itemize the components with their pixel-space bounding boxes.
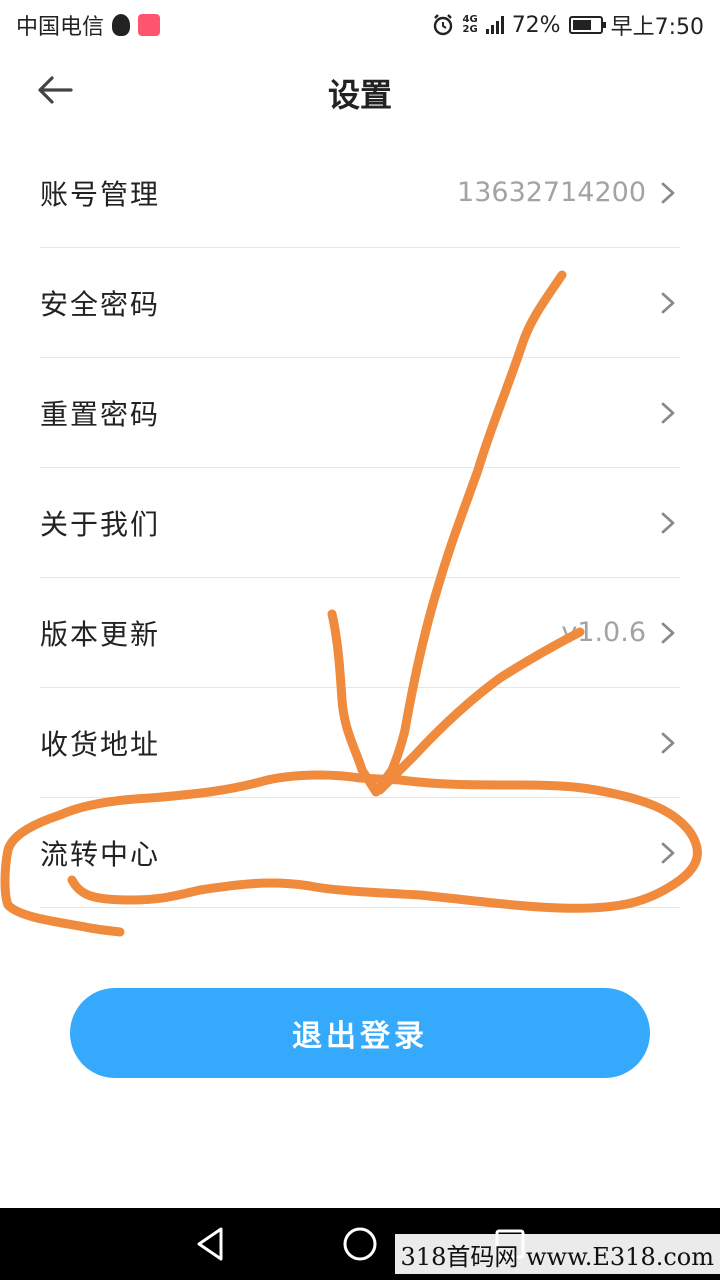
status-bar-right: 4G 2G 72% 早上7:50 (431, 9, 704, 41)
chevron-right-icon (661, 182, 675, 203)
account-phone-value: 13632714200 (457, 177, 646, 208)
row-right: 13632714200 (457, 177, 676, 208)
chevron-right-icon (661, 512, 675, 533)
row-right (660, 291, 676, 315)
version-value: v1.0.6 (561, 617, 646, 648)
app-notification-icon (138, 14, 161, 36)
row-right: v1.0.6 (561, 617, 676, 648)
row-label: 重置密码 (40, 397, 161, 431)
chevron-right-icon (661, 292, 675, 313)
row-label: 账号管理 (40, 177, 161, 211)
row-label: 流转中心 (40, 837, 161, 871)
signal-icon (485, 16, 504, 34)
clock: 早上7:50 (610, 15, 704, 40)
row-right (660, 511, 676, 535)
row-label: 版本更新 (40, 617, 161, 651)
chevron-right-icon (661, 622, 675, 643)
status-bar: 中国电信 4G 2G 72% 早上7:50 (0, 0, 720, 50)
page-title: 设置 (327, 76, 392, 114)
status-bar-left: 中国电信 (16, 9, 161, 41)
settings-row-version-update[interactable]: 版本更新 v1.0.6 (40, 578, 680, 688)
row-right (660, 841, 676, 865)
triangle-back-icon (197, 1227, 223, 1261)
nav-home-button[interactable] (340, 1224, 380, 1264)
settings-row-security-password[interactable]: 安全密码 (40, 248, 680, 358)
qq-notification-icon (112, 14, 131, 36)
network-subtype-label: 2G (462, 24, 478, 35)
circle-home-icon (343, 1227, 377, 1261)
row-right (660, 731, 676, 755)
logout-button[interactable]: 退出登录 (70, 988, 650, 1078)
battery-level (572, 20, 592, 30)
watermark: 318首码网 www.E318.com (394, 1234, 720, 1274)
row-right (660, 401, 676, 425)
chevron-right-icon (661, 842, 675, 863)
settings-row-transfer-center[interactable]: 流转中心 (40, 798, 680, 908)
network-type: 4G 2G (463, 15, 478, 35)
battery-percent: 72% (511, 12, 561, 38)
settings-row-about-us[interactable]: 关于我们 (40, 468, 680, 578)
settings-row-reset-password[interactable]: 重置密码 (40, 358, 680, 468)
alarm-icon (433, 14, 452, 36)
battery-icon (568, 16, 606, 34)
carrier-label: 中国电信 (16, 15, 105, 40)
settings-row-account[interactable]: 账号管理 13632714200 (40, 138, 680, 248)
row-label: 关于我们 (40, 507, 161, 541)
settings-list: 账号管理 13632714200 安全密码 重置密码 关于我们 版本更新 v1.… (40, 138, 680, 908)
chevron-right-icon (661, 402, 675, 423)
nav-back-button[interactable] (190, 1224, 230, 1264)
system-nav-bar: 318首码网 www.E318.com (0, 1208, 720, 1280)
chevron-right-icon (661, 732, 675, 753)
row-label: 收货地址 (40, 727, 161, 761)
row-label: 安全密码 (40, 287, 161, 321)
settings-row-shipping-address[interactable]: 收货地址 (40, 688, 680, 798)
header: 设置 (0, 50, 720, 134)
